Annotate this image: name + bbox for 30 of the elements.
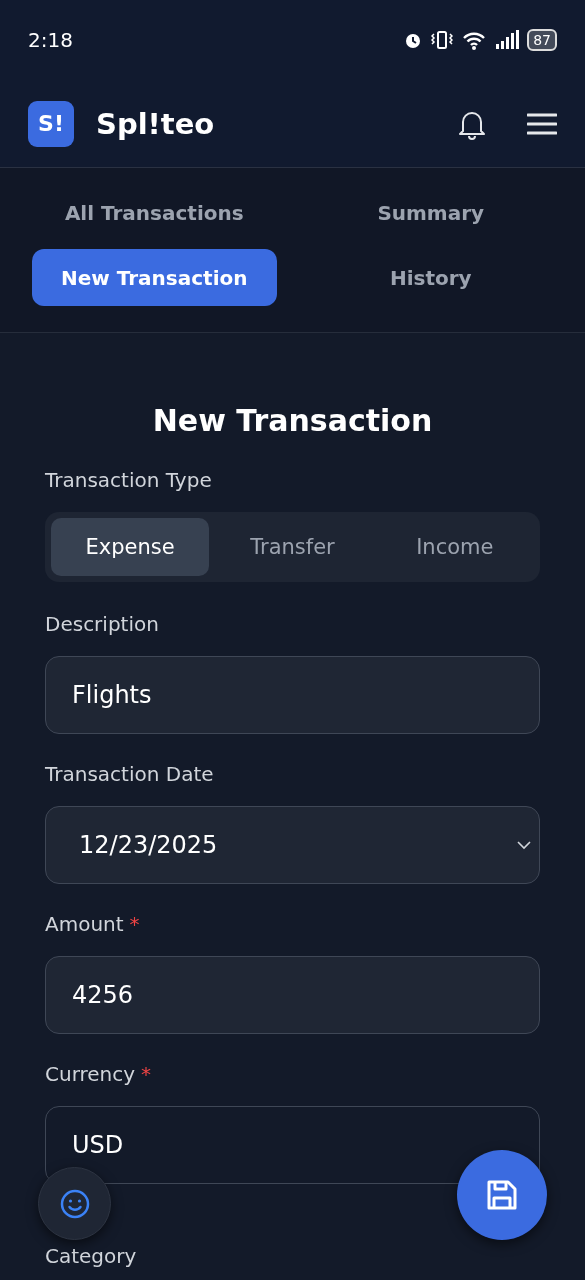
field-label: Description xyxy=(45,612,159,636)
menu-icon[interactable] xyxy=(527,111,557,136)
nav-tab[interactable]: All Transactions xyxy=(32,184,277,241)
field-label: Amount xyxy=(45,912,124,936)
nav-tab[interactable]: Summary xyxy=(308,184,553,241)
signal-icon xyxy=(495,30,520,50)
field-label: Category xyxy=(45,1244,137,1268)
vibrate-icon xyxy=(431,30,454,50)
battery-level: 87 xyxy=(527,29,557,51)
type-option[interactable]: Expense xyxy=(51,518,210,576)
input-field[interactable]: Flights xyxy=(45,656,540,734)
field-label: Transaction Type xyxy=(45,468,213,492)
status-time: 2:18 xyxy=(28,28,73,52)
form-title: New Transaction xyxy=(151,403,434,438)
app-name: Spl!teo xyxy=(96,106,216,141)
field-label: Currency xyxy=(45,1062,136,1086)
input-field[interactable]: 4256 xyxy=(45,956,540,1034)
date-field[interactable]: 12/23/2025 xyxy=(45,806,540,884)
save-icon xyxy=(485,1178,519,1212)
type-option[interactable]: Transfer xyxy=(213,518,372,576)
required-mark: * xyxy=(129,912,140,936)
nav-tab[interactable]: New Transaction xyxy=(32,249,277,306)
smiley-icon xyxy=(58,1187,91,1220)
required-mark: * xyxy=(141,1062,152,1086)
input-field[interactable]: USD xyxy=(45,1106,540,1184)
nav-tab[interactable]: History xyxy=(308,249,553,306)
field-label: Transaction Date xyxy=(45,762,214,786)
app-logo: S! xyxy=(28,100,74,147)
chevron-down-icon xyxy=(517,840,531,850)
type-option[interactable]: Income xyxy=(375,518,534,576)
